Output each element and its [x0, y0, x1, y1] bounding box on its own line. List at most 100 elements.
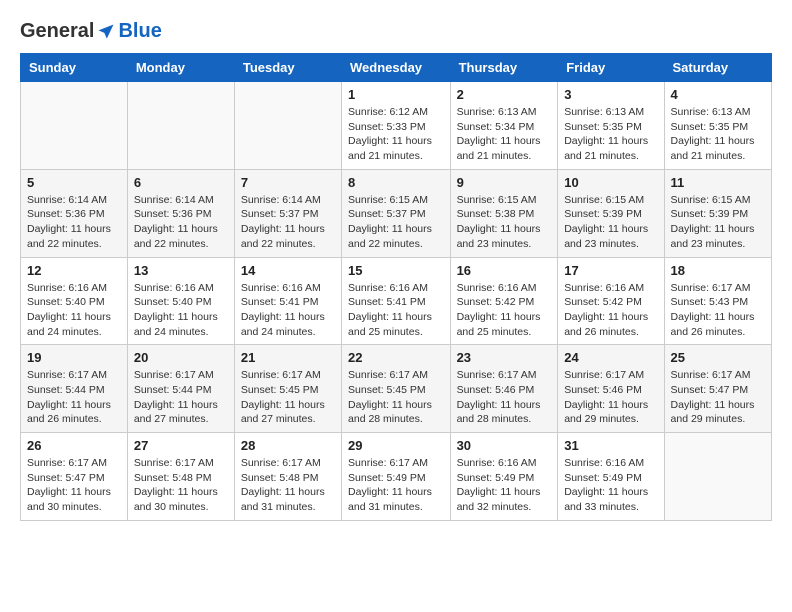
- calendar-cell: 18 Sunrise: 6:17 AM Sunset: 5:43 PM Dayli…: [664, 257, 771, 345]
- day-info: Sunrise: 6:15 AM Sunset: 5:39 PM Dayligh…: [564, 193, 657, 252]
- calendar-cell: 29 Sunrise: 6:17 AM Sunset: 5:49 PM Dayli…: [342, 433, 451, 521]
- calendar-cell: 12 Sunrise: 6:16 AM Sunset: 5:40 PM Dayli…: [21, 257, 128, 345]
- day-number: 16: [457, 263, 552, 278]
- day-info: Sunrise: 6:17 AM Sunset: 5:45 PM Dayligh…: [348, 368, 444, 427]
- calendar-cell: [234, 82, 341, 170]
- calendar-week-row: 1Sunrise: 6:12 AM Sunset: 5:33 PM Daylig…: [21, 82, 772, 170]
- calendar-cell: 11 Sunrise: 6:15 AM Sunset: 5:39 PM Dayli…: [664, 169, 771, 257]
- day-info: Sunrise: 6:13 AM Sunset: 5:35 PM Dayligh…: [564, 105, 657, 164]
- calendar-cell: 7 Sunrise: 6:14 AM Sunset: 5:37 PM Daylig…: [234, 169, 341, 257]
- calendar-cell: 20 Sunrise: 6:17 AM Sunset: 5:44 PM Dayli…: [127, 345, 234, 433]
- day-number: 10: [564, 175, 657, 190]
- calendar-cell: 22 Sunrise: 6:17 AM Sunset: 5:45 PM Dayli…: [342, 345, 451, 433]
- calendar-table: SundayMondayTuesdayWednesdayThursdayFrid…: [20, 53, 772, 521]
- day-number: 3: [564, 87, 657, 102]
- day-number: 11: [671, 175, 765, 190]
- calendar-cell: 28 Sunrise: 6:17 AM Sunset: 5:48 PM Dayli…: [234, 433, 341, 521]
- weekday-header-friday: Friday: [558, 54, 664, 82]
- day-info: Sunrise: 6:16 AM Sunset: 5:40 PM Dayligh…: [27, 281, 121, 340]
- logo-bird-icon: [96, 22, 116, 42]
- day-info: Sunrise: 6:15 AM Sunset: 5:37 PM Dayligh…: [348, 193, 444, 252]
- logo-blue-text: Blue: [118, 20, 161, 43]
- calendar-cell: 31 Sunrise: 6:16 AM Sunset: 5:49 PM Dayli…: [558, 433, 664, 521]
- calendar-cell: 10 Sunrise: 6:15 AM Sunset: 5:39 PM Dayli…: [558, 169, 664, 257]
- day-number: 5: [27, 175, 121, 190]
- calendar-cell: 16 Sunrise: 6:16 AM Sunset: 5:42 PM Dayli…: [450, 257, 558, 345]
- calendar-cell: 17 Sunrise: 6:16 AM Sunset: 5:42 PM Dayli…: [558, 257, 664, 345]
- calendar-cell: 9 Sunrise: 6:15 AM Sunset: 5:38 PM Daylig…: [450, 169, 558, 257]
- calendar-header-row: SundayMondayTuesdayWednesdayThursdayFrid…: [21, 54, 772, 82]
- calendar-cell: 26 Sunrise: 6:17 AM Sunset: 5:47 PM Dayli…: [21, 433, 128, 521]
- calendar-cell: 4Sunrise: 6:13 AM Sunset: 5:35 PM Daylig…: [664, 82, 771, 170]
- day-info: Sunrise: 6:16 AM Sunset: 5:41 PM Dayligh…: [241, 281, 335, 340]
- day-info: Sunrise: 6:17 AM Sunset: 5:44 PM Dayligh…: [134, 368, 228, 427]
- calendar-cell: 15Sunrise: 6:16 AM Sunset: 5:41 PM Dayli…: [342, 257, 451, 345]
- day-info: Sunrise: 6:17 AM Sunset: 5:47 PM Dayligh…: [671, 368, 765, 427]
- calendar-cell: 21 Sunrise: 6:17 AM Sunset: 5:45 PM Dayli…: [234, 345, 341, 433]
- day-number: 4: [671, 87, 765, 102]
- weekday-header-thursday: Thursday: [450, 54, 558, 82]
- day-info: Sunrise: 6:17 AM Sunset: 5:48 PM Dayligh…: [241, 456, 335, 515]
- day-info: Sunrise: 6:13 AM Sunset: 5:34 PM Dayligh…: [457, 105, 552, 164]
- calendar-week-row: 5 Sunrise: 6:14 AM Sunset: 5:36 PM Daylig…: [21, 169, 772, 257]
- calendar-week-row: 19 Sunrise: 6:17 AM Sunset: 5:44 PM Dayli…: [21, 345, 772, 433]
- day-number: 30: [457, 438, 552, 453]
- day-info: Sunrise: 6:17 AM Sunset: 5:43 PM Dayligh…: [671, 281, 765, 340]
- page-header: General Blue: [20, 20, 772, 43]
- calendar-cell: 14 Sunrise: 6:16 AM Sunset: 5:41 PM Dayli…: [234, 257, 341, 345]
- day-number: 22: [348, 350, 444, 365]
- day-info: Sunrise: 6:14 AM Sunset: 5:36 PM Dayligh…: [134, 193, 228, 252]
- day-number: 28: [241, 438, 335, 453]
- calendar-cell: 3 Sunrise: 6:13 AM Sunset: 5:35 PM Daylig…: [558, 82, 664, 170]
- day-info: Sunrise: 6:16 AM Sunset: 5:42 PM Dayligh…: [457, 281, 552, 340]
- day-number: 14: [241, 263, 335, 278]
- calendar-cell: [664, 433, 771, 521]
- weekday-header-tuesday: Tuesday: [234, 54, 341, 82]
- day-info: Sunrise: 6:12 AM Sunset: 5:33 PM Dayligh…: [348, 105, 444, 164]
- calendar-cell: 2 Sunrise: 6:13 AM Sunset: 5:34 PM Daylig…: [450, 82, 558, 170]
- day-info: Sunrise: 6:16 AM Sunset: 5:49 PM Dayligh…: [457, 456, 552, 515]
- weekday-header-saturday: Saturday: [664, 54, 771, 82]
- calendar-cell: 8Sunrise: 6:15 AM Sunset: 5:37 PM Daylig…: [342, 169, 451, 257]
- weekday-header-wednesday: Wednesday: [342, 54, 451, 82]
- day-number: 31: [564, 438, 657, 453]
- day-number: 29: [348, 438, 444, 453]
- day-number: 19: [27, 350, 121, 365]
- day-info: Sunrise: 6:17 AM Sunset: 5:48 PM Dayligh…: [134, 456, 228, 515]
- day-number: 20: [134, 350, 228, 365]
- day-number: 26: [27, 438, 121, 453]
- weekday-header-sunday: Sunday: [21, 54, 128, 82]
- day-info: Sunrise: 6:17 AM Sunset: 5:49 PM Dayligh…: [348, 456, 444, 515]
- day-info: Sunrise: 6:15 AM Sunset: 5:39 PM Dayligh…: [671, 193, 765, 252]
- day-number: 6: [134, 175, 228, 190]
- day-info: Sunrise: 6:16 AM Sunset: 5:49 PM Dayligh…: [564, 456, 657, 515]
- day-info: Sunrise: 6:17 AM Sunset: 5:47 PM Dayligh…: [27, 456, 121, 515]
- day-number: 21: [241, 350, 335, 365]
- day-info: Sunrise: 6:16 AM Sunset: 5:42 PM Dayligh…: [564, 281, 657, 340]
- day-info: Sunrise: 6:17 AM Sunset: 5:46 PM Dayligh…: [564, 368, 657, 427]
- calendar-cell: 6 Sunrise: 6:14 AM Sunset: 5:36 PM Daylig…: [127, 169, 234, 257]
- logo: General Blue: [20, 20, 162, 43]
- calendar-cell: 1Sunrise: 6:12 AM Sunset: 5:33 PM Daylig…: [342, 82, 451, 170]
- day-number: 13: [134, 263, 228, 278]
- calendar-cell: 30 Sunrise: 6:16 AM Sunset: 5:49 PM Dayli…: [450, 433, 558, 521]
- calendar-cell: 25Sunrise: 6:17 AM Sunset: 5:47 PM Dayli…: [664, 345, 771, 433]
- day-info: Sunrise: 6:15 AM Sunset: 5:38 PM Dayligh…: [457, 193, 552, 252]
- day-number: 7: [241, 175, 335, 190]
- day-number: 12: [27, 263, 121, 278]
- day-info: Sunrise: 6:17 AM Sunset: 5:44 PM Dayligh…: [27, 368, 121, 427]
- calendar-cell: 19 Sunrise: 6:17 AM Sunset: 5:44 PM Dayli…: [21, 345, 128, 433]
- calendar-cell: 27Sunrise: 6:17 AM Sunset: 5:48 PM Dayli…: [127, 433, 234, 521]
- day-info: Sunrise: 6:16 AM Sunset: 5:40 PM Dayligh…: [134, 281, 228, 340]
- day-number: 2: [457, 87, 552, 102]
- day-info: Sunrise: 6:14 AM Sunset: 5:36 PM Dayligh…: [27, 193, 121, 252]
- day-number: 18: [671, 263, 765, 278]
- day-info: Sunrise: 6:14 AM Sunset: 5:37 PM Dayligh…: [241, 193, 335, 252]
- calendar-cell: 13 Sunrise: 6:16 AM Sunset: 5:40 PM Dayli…: [127, 257, 234, 345]
- day-number: 15: [348, 263, 444, 278]
- day-number: 17: [564, 263, 657, 278]
- calendar-cell: 5 Sunrise: 6:14 AM Sunset: 5:36 PM Daylig…: [21, 169, 128, 257]
- day-info: Sunrise: 6:17 AM Sunset: 5:45 PM Dayligh…: [241, 368, 335, 427]
- calendar-cell: [21, 82, 128, 170]
- day-number: 9: [457, 175, 552, 190]
